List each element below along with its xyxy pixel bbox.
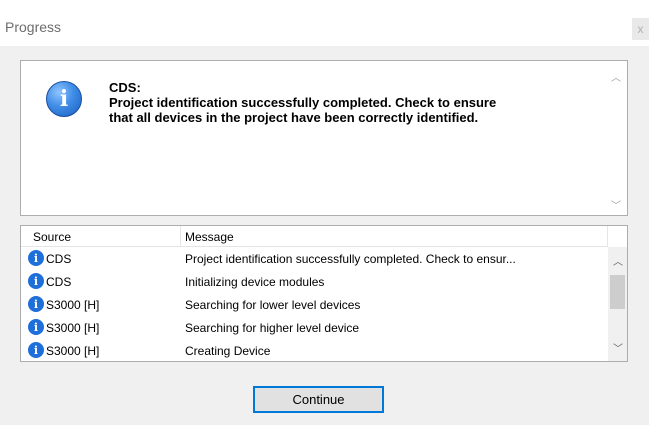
message-text: CDS: Project identification successfully…	[109, 80, 604, 125]
column-divider[interactable]	[607, 226, 608, 246]
log-list[interactable]: Source Message i CDS Project identificat…	[20, 225, 628, 362]
log-row[interactable]: i S3000 [H] Creating Device	[21, 339, 608, 361]
chevron-up-icon[interactable]: ︿	[613, 253, 623, 268]
log-row[interactable]: i CDS Project identification successfull…	[21, 247, 608, 270]
row-message: Initializing device modules	[185, 275, 325, 289]
log-scrollbar[interactable]: ︿ ﹀	[608, 247, 627, 361]
row-source: CDS	[46, 275, 72, 289]
title-bar: Progress x	[0, 0, 649, 46]
message-line-2: that all devices in the project have bee…	[109, 110, 479, 125]
info-icon: i	[28, 250, 44, 266]
scrollbar-thumb[interactable]	[610, 275, 625, 309]
info-icon: i	[28, 273, 44, 289]
row-source: S3000 [H]	[46, 344, 100, 358]
row-source: S3000 [H]	[46, 298, 100, 312]
chevron-down-icon[interactable]: ﹀	[613, 340, 623, 355]
log-row[interactable]: i S3000 [H] Searching for higher level d…	[21, 316, 608, 339]
continue-button[interactable]: Continue	[253, 386, 384, 413]
message-panel: i CDS: Project identification successful…	[20, 60, 628, 216]
scroll-up-icon[interactable]: ︿	[611, 69, 621, 84]
message-line-1: Project identification successfully comp…	[109, 95, 497, 110]
info-icon: i	[28, 342, 44, 358]
close-icon[interactable]: x	[632, 18, 649, 40]
row-source: CDS	[46, 252, 72, 266]
column-divider[interactable]	[180, 226, 181, 246]
row-message: Project identification successfully comp…	[185, 252, 516, 266]
info-icon: i	[28, 296, 44, 312]
log-row[interactable]: i S3000 [H] Searching for lower level de…	[21, 293, 608, 316]
row-message: Creating Device	[185, 344, 271, 358]
row-message: Searching for higher level device	[185, 321, 360, 335]
info-icon: i	[28, 319, 44, 335]
row-message: Searching for lower level devices	[185, 298, 361, 312]
message-heading: CDS:	[109, 80, 141, 95]
log-header: Source Message	[21, 226, 608, 247]
log-row[interactable]: i CDS Initializing device modules	[21, 270, 608, 293]
column-header-source[interactable]: Source	[33, 230, 71, 244]
info-icon: i	[46, 81, 82, 117]
row-source: S3000 [H]	[46, 321, 100, 335]
column-header-message[interactable]: Message	[185, 230, 234, 244]
log-rows: i CDS Project identification successfull…	[21, 247, 608, 361]
scroll-down-icon[interactable]: ﹀	[611, 197, 621, 212]
window-title: Progress	[5, 19, 62, 35]
